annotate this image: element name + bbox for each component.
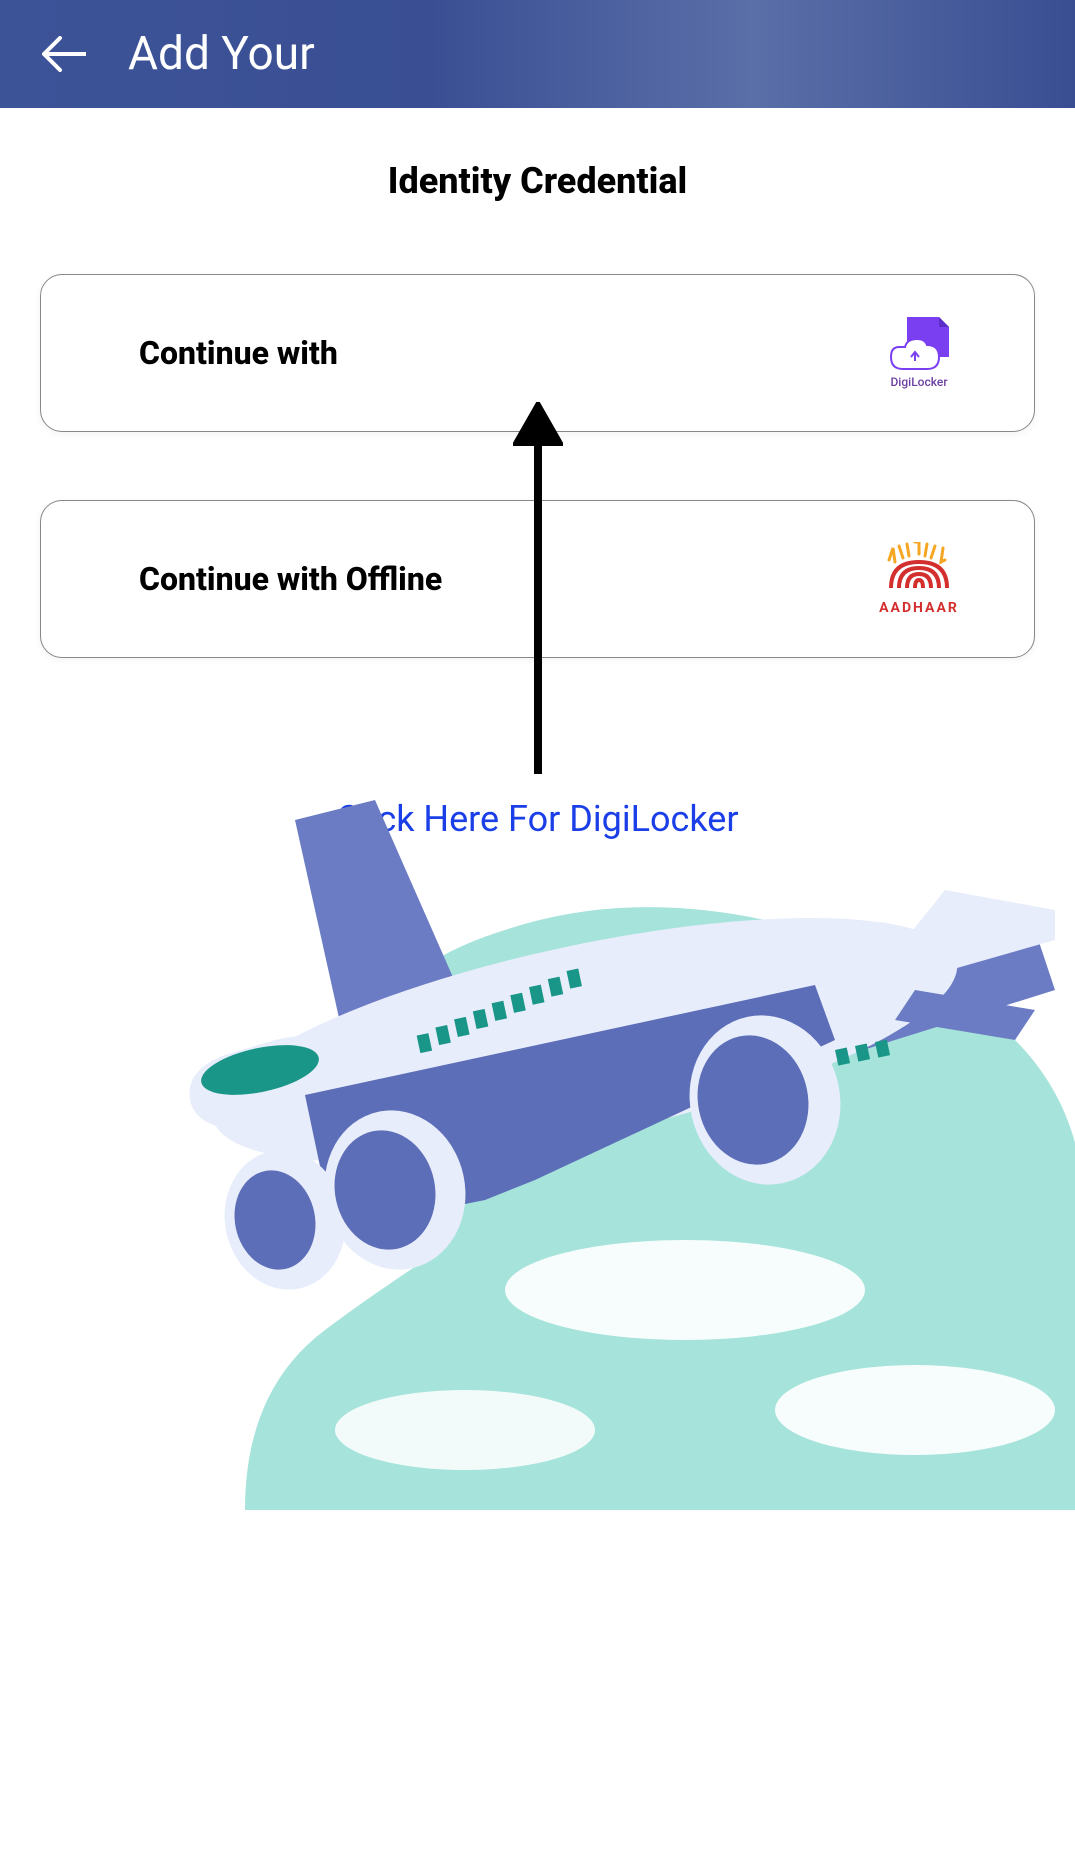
back-button[interactable] [40, 30, 88, 78]
airplane-illustration [165, 790, 1075, 1490]
page-title: Add Your [128, 27, 315, 81]
content-area: Identity Credential Continue with DigiLo… [0, 108, 1075, 840]
digilocker-logo-icon [889, 317, 949, 373]
aadhaar-logo-icon [869, 542, 969, 602]
option-label: Continue with Offline [139, 560, 442, 598]
digilocker-label: DigiLocker [890, 375, 947, 389]
option-label: Continue with [139, 334, 338, 372]
digilocker-icon: DigiLocker [889, 317, 949, 389]
subtitle: Identity Credential [40, 160, 1035, 202]
digilocker-icon-area: DigiLocker [864, 313, 974, 393]
continue-offline-aadhaar-option[interactable]: Continue with Offline AADHAAR [40, 500, 1035, 658]
back-arrow-icon [42, 36, 86, 72]
app-header: Add Your [0, 0, 1075, 108]
aadhaar-icon-area: AADHAAR [864, 539, 974, 619]
continue-digilocker-option[interactable]: Continue with DigiLocker [40, 274, 1035, 432]
aadhaar-label: AADHAAR [879, 600, 959, 616]
